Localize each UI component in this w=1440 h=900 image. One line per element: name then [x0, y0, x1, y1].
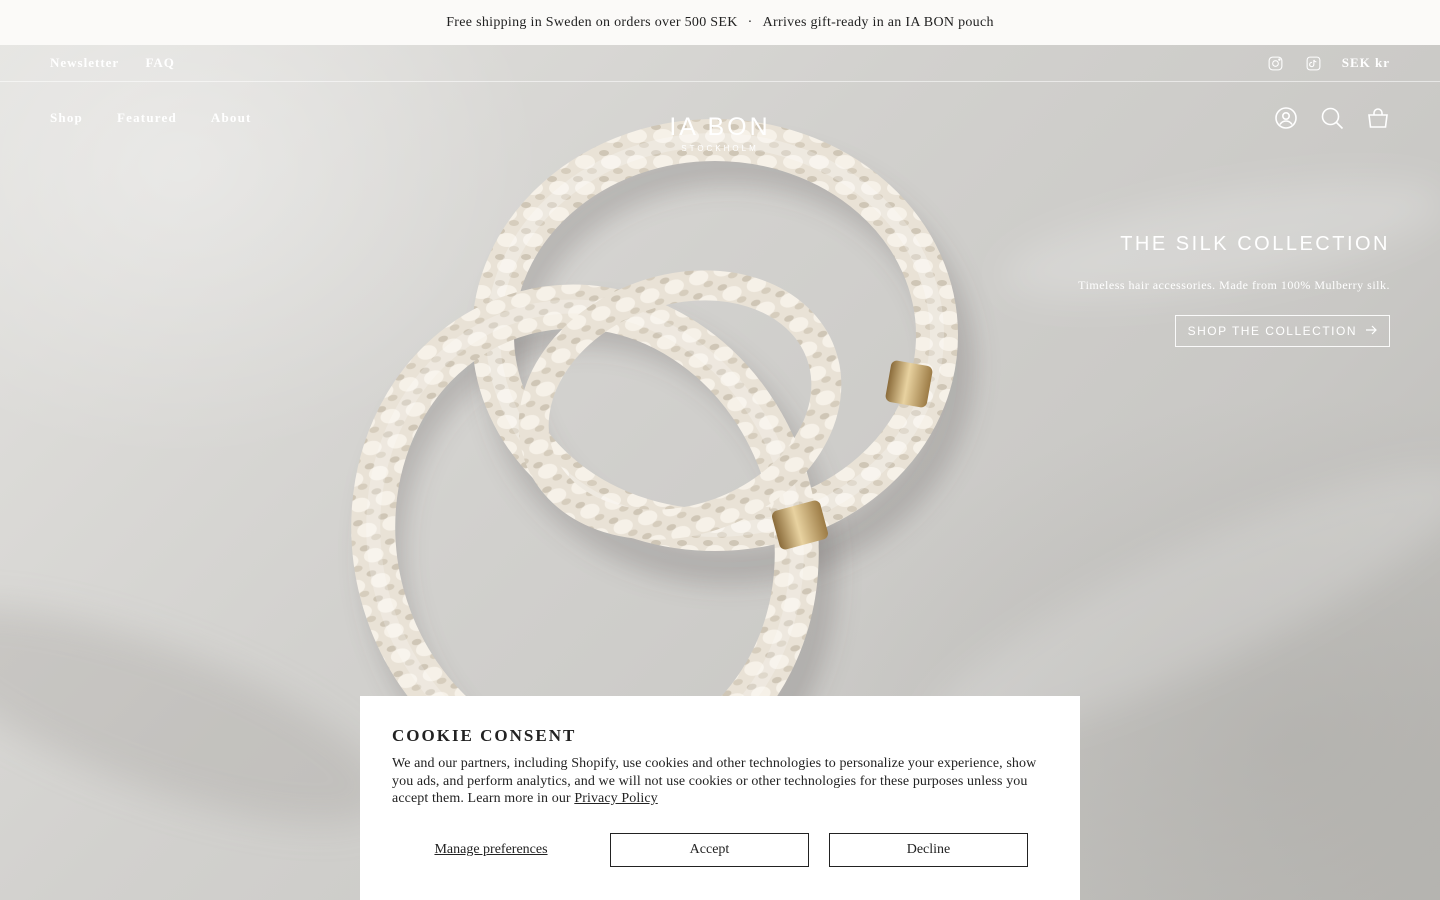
nav-links: Shop Featured About	[50, 109, 282, 127]
site-logo[interactable]: IA BON STOCKHOLM	[669, 113, 771, 154]
hero-title: THE SILK COLLECTION	[1120, 233, 1390, 255]
shop-collection-button[interactable]: SHOP THE COLLECTION	[1174, 315, 1390, 347]
announcement-text-shipping: Free shipping in Sweden on orders over 5…	[446, 14, 738, 30]
utility-bar: Newsletter FAQ SEK kr	[0, 45, 1440, 82]
hero-subtitle: Timeless hair accessories. Made from 100…	[1078, 278, 1390, 292]
privacy-policy-link[interactable]: Privacy Policy	[574, 791, 657, 806]
arrow-right-icon	[1365, 324, 1377, 339]
cookie-body: We and our partners, including Shopify, …	[392, 755, 1048, 808]
tiktok-icon[interactable]	[1304, 53, 1324, 73]
nav-featured[interactable]: Featured	[117, 110, 177, 125]
nav-about[interactable]: About	[211, 110, 252, 125]
manage-preferences-button[interactable]: Manage preferences	[392, 842, 590, 858]
shop-collection-label: SHOP THE COLLECTION	[1187, 324, 1357, 338]
utility-links: Newsletter FAQ	[50, 55, 197, 71]
accept-button[interactable]: Accept	[610, 832, 809, 867]
faq-link[interactable]: FAQ	[145, 55, 174, 70]
account-icon[interactable]	[1274, 106, 1298, 130]
newsletter-link[interactable]: Newsletter	[50, 55, 119, 70]
utility-right: SEK kr	[1266, 53, 1390, 73]
decline-button[interactable]: Decline	[829, 832, 1028, 867]
hero-content: THE SILK COLLECTION Timeless hair access…	[1078, 233, 1390, 347]
search-icon[interactable]	[1320, 106, 1344, 130]
logo-name: IA BON	[669, 113, 771, 141]
nav-icons	[1274, 106, 1390, 130]
cookie-actions: Manage preferences Accept Decline	[392, 832, 1048, 867]
cookie-title: COOKIE CONSENT	[392, 726, 577, 745]
announcement-separator: ·	[747, 14, 753, 30]
cart-icon[interactable]	[1366, 106, 1390, 130]
nav-shop[interactable]: Shop	[50, 110, 83, 125]
announcement-text-gift: Arrives gift-ready in an IA BON pouch	[762, 14, 994, 30]
logo-sub: STOCKHOLM	[681, 144, 759, 153]
main-navigation: Shop Featured About IA BON STOCKHOLM	[0, 83, 1440, 153]
announcement-bar: Free shipping in Sweden on orders over 5…	[0, 0, 1440, 45]
instagram-icon[interactable]	[1266, 53, 1286, 73]
cookie-consent-dialog: COOKIE CONSENT We and our partners, incl…	[360, 696, 1080, 900]
cookie-body-text: We and our partners, including Shopify, …	[392, 756, 1037, 806]
currency-selector[interactable]: SEK kr	[1342, 55, 1390, 71]
